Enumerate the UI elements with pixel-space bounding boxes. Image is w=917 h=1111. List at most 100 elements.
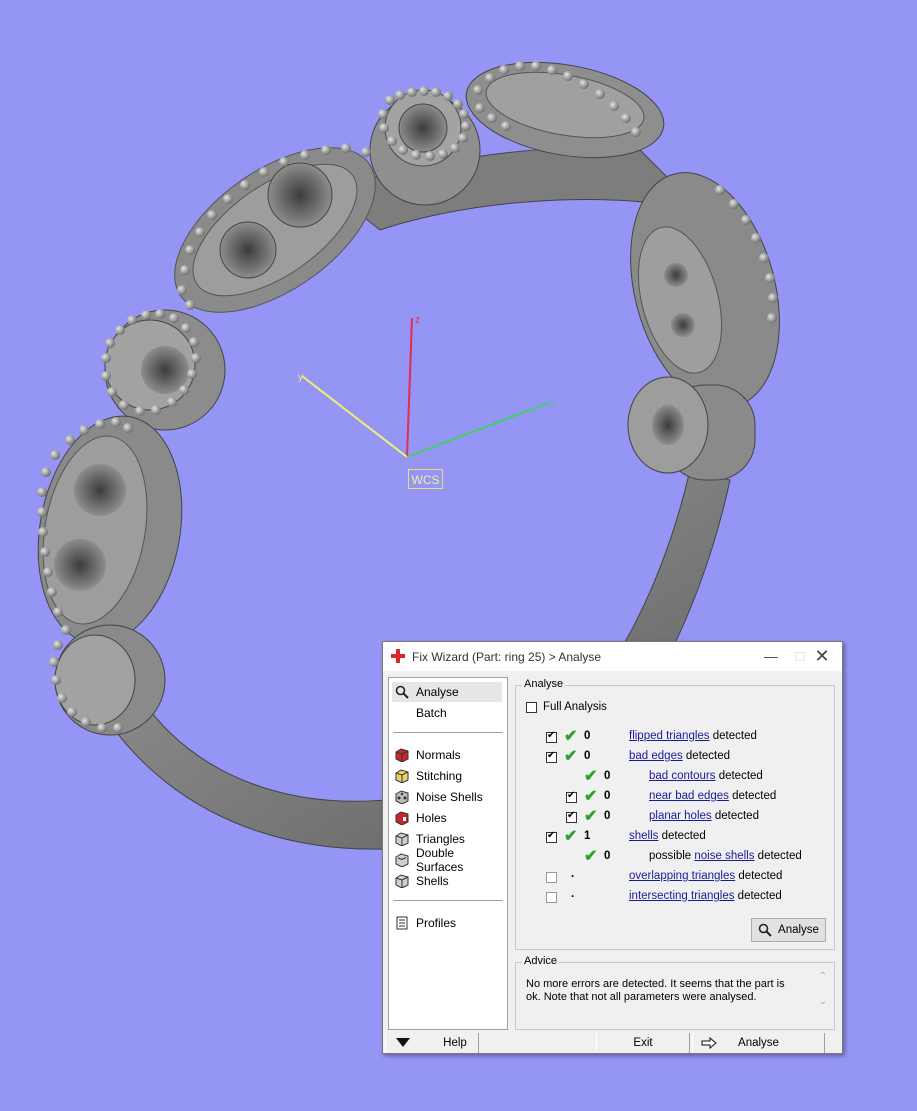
intersecting-triangles-link[interactable]: intersecting triangles — [629, 890, 734, 902]
analyse-button[interactable]: Analyse — [751, 918, 826, 942]
detected-text: detected — [715, 770, 763, 782]
noise-shells-count: 0 — [604, 850, 611, 862]
sidebar-item-double-surfaces[interactable]: Double Surfaces — [392, 846, 502, 874]
fix-wizard-dialog: Fix Wizard (Part: ring 25) > Analyse — □… — [382, 641, 843, 1054]
close-button[interactable]: ✕ — [808, 646, 836, 666]
bad-edges-link[interactable]: bad edges — [629, 750, 683, 762]
analyse-group: Analyse Full Analysis ✔ 0 flipped triang… — [515, 678, 835, 950]
bad-contours-count: 0 — [604, 770, 611, 782]
intersecting-triangles-row: intersecting triangles detected — [629, 887, 782, 905]
planar-holes-count: 0 — [604, 810, 611, 822]
full-analysis-row[interactable]: Full Analysis — [526, 698, 607, 716]
check-icon: ✔ — [564, 728, 578, 745]
noise-shells-row: possible noise shells detected — [649, 847, 802, 865]
scroll-down-icon[interactable]: ⌄ — [816, 996, 830, 1007]
flipped-triangles-row: flipped triangles detected — [629, 727, 757, 745]
sidebar-item-holes[interactable]: Holes — [392, 808, 502, 828]
arrow-right-icon — [701, 1037, 717, 1049]
analyse-next-label: Analyse — [738, 1037, 779, 1049]
sidebar: Analyse Batch Normals Stitching Noise Sh… — [388, 677, 508, 1030]
bad-edges-row: bad edges detected — [629, 747, 730, 765]
flipped-triangles-link[interactable]: flipped triangles — [629, 730, 710, 742]
x-axis-label: x — [550, 399, 555, 410]
sidebar-item-shells[interactable]: Shells — [392, 871, 502, 891]
title-bar[interactable]: Fix Wizard (Part: ring 25) > Analyse — □… — [383, 642, 842, 671]
sidebar-item-label: Profiles — [416, 916, 457, 930]
y-axis-label: y — [298, 372, 303, 383]
sidebar-item-analyse[interactable]: Analyse — [392, 682, 502, 702]
planar-holes-row: planar holes detected — [649, 807, 759, 825]
help-button[interactable]: Help — [385, 1033, 479, 1053]
sidebar-item-label: Stitching — [416, 769, 463, 783]
sidebar-item-label: Noise Shells — [416, 790, 483, 804]
scroll-up-icon[interactable]: ⌃ — [816, 971, 830, 982]
bad-contours-row: bad contours detected — [649, 767, 763, 785]
check-icon: ✔ — [584, 848, 598, 865]
intersecting-count: . — [571, 888, 575, 900]
intersecting-triangles-checkbox[interactable] — [546, 892, 557, 903]
bottom-bar: Help Exit Analyse — [383, 1033, 842, 1053]
sidebar-item-stitching[interactable]: Stitching — [392, 766, 502, 786]
detected-text: detected — [711, 810, 759, 822]
detected-text: detected — [658, 830, 706, 842]
planar-holes-checkbox[interactable] — [566, 810, 577, 823]
cube-red-hole-icon — [395, 811, 409, 825]
near-bad-edges-link[interactable]: near bad edges — [649, 790, 729, 802]
check-icon: ✔ — [564, 828, 578, 845]
bad-contours-link[interactable]: bad contours — [649, 770, 716, 782]
sidebar-item-normals[interactable]: Normals — [392, 745, 502, 765]
flipped-triangles-checkbox[interactable] — [546, 730, 557, 743]
check-icon: ✔ — [584, 768, 598, 785]
noise-shells-link[interactable]: noise shells — [694, 850, 754, 862]
sidebar-item-label: Double Surfaces — [416, 846, 464, 874]
red-cross-icon — [391, 649, 405, 663]
detected-text: detected — [728, 790, 777, 802]
overlapping-triangles-checkbox[interactable] — [546, 872, 557, 883]
search-icon — [758, 923, 772, 937]
sidebar-item-profiles[interactable]: Profiles — [392, 913, 502, 933]
search-icon — [395, 685, 409, 699]
advice-group-title: Advice — [522, 955, 560, 967]
cube-grey-icon — [395, 874, 409, 888]
detected-text: detected — [754, 850, 802, 862]
exit-label: Exit — [633, 1037, 653, 1049]
detected-text: detected — [682, 750, 731, 762]
cube-grey-icon — [395, 832, 409, 846]
detected-text: detected — [734, 890, 782, 902]
detected-text: detected — [709, 730, 757, 742]
check-icon: ✔ — [584, 808, 598, 825]
advice-group: Advice No more errors are detected. It s… — [515, 955, 835, 1030]
double-surfaces-icon — [395, 853, 409, 867]
analyse-next-button[interactable]: Analyse — [692, 1033, 825, 1053]
near-bad-edges-checkbox[interactable] — [566, 790, 577, 803]
z-axis-label: z — [415, 315, 420, 326]
sidebar-item-label: Analyse — [416, 685, 459, 699]
shells-row: shells detected — [629, 827, 706, 845]
sidebar-divider — [393, 900, 503, 901]
bad-edges-count: 0 — [584, 750, 591, 762]
sidebar-item-label: Holes — [416, 811, 447, 825]
minimize-button[interactable]: — — [757, 646, 785, 666]
full-analysis-checkbox[interactable] — [526, 701, 537, 713]
shells-checkbox[interactable] — [546, 830, 557, 843]
sidebar-item-label: Normals — [416, 748, 461, 762]
sidebar-divider — [393, 732, 503, 733]
exit-button[interactable]: Exit — [596, 1033, 690, 1053]
bad-edges-checkbox[interactable] — [546, 750, 557, 763]
noise-shells-icon — [395, 790, 409, 804]
cube-red-icon — [395, 748, 409, 762]
sidebar-item-label: Triangles — [416, 832, 465, 846]
wcs-label: WCS — [408, 469, 443, 489]
sidebar-item-noise-shells[interactable]: Noise Shells — [392, 787, 502, 807]
document-icon — [396, 916, 408, 930]
overlapping-triangles-link[interactable]: overlapping triangles — [629, 870, 735, 882]
near-bad-edges-count: 0 — [604, 790, 611, 802]
analyse-button-label: Analyse — [778, 924, 819, 936]
sidebar-item-label: Batch — [416, 706, 447, 720]
help-label: Help — [443, 1037, 467, 1049]
sidebar-item-batch[interactable]: Batch — [392, 703, 502, 723]
advice-text: No more errors are detected. It seems th… — [526, 978, 785, 1003]
shells-link[interactable]: shells — [629, 830, 658, 842]
planar-holes-link[interactable]: planar holes — [649, 810, 712, 822]
advice-scrollbar[interactable]: ⌃ ⌄ — [816, 971, 830, 1023]
